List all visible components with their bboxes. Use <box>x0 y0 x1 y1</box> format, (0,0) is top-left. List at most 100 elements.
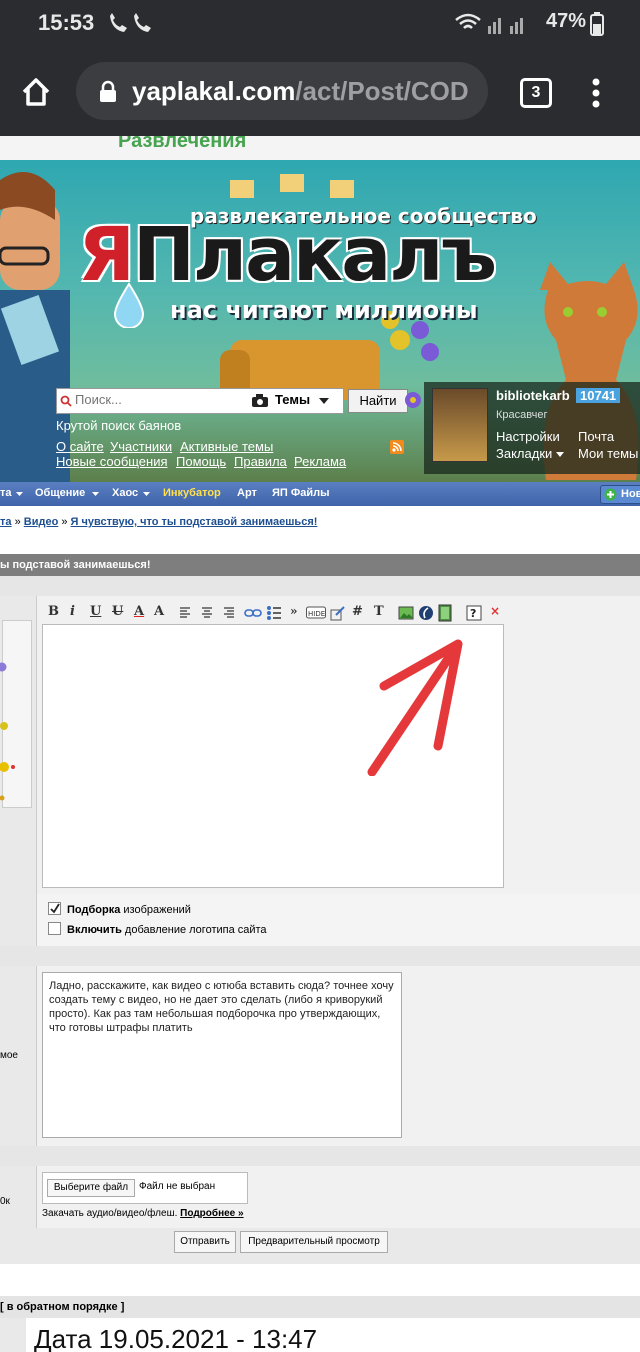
smiley-icon[interactable] <box>0 760 18 774</box>
form-spacer <box>0 946 640 966</box>
underline-icon[interactable]: U <box>90 604 101 619</box>
link-new-messages[interactable]: Новые сообщения <box>56 454 168 469</box>
smiley-icon[interactable] <box>0 794 8 802</box>
search-input[interactable] <box>75 392 245 407</box>
status-bar: 15:53 47% <box>0 0 640 50</box>
menu-item-communication[interactable]: Общение <box>35 487 85 499</box>
close-icon[interactable]: × <box>490 604 500 618</box>
svg-text:HIDE: HIDE <box>308 610 325 618</box>
user-avatar[interactable] <box>432 388 488 462</box>
logo-option[interactable]: Включить добавление логотипа сайта <box>48 922 267 936</box>
description-textarea[interactable]: Ладно, расскажите, как видео с ютюба вст… <box>42 972 402 1138</box>
rss-icon[interactable] <box>390 440 404 454</box>
red-arrow-annotation <box>367 639 463 776</box>
link-ads[interactable]: Реклама <box>294 454 346 469</box>
username[interactable]: bibliotekarb <box>496 388 570 403</box>
flower-icon <box>405 392 421 408</box>
menu-item-chaos[interactable]: Хаос <box>112 487 138 499</box>
font-size-icon[interactable]: A <box>154 604 164 619</box>
smiley-icon[interactable] <box>0 720 12 732</box>
url-text: yaplakal.com/act/Post/COD <box>132 76 469 106</box>
align-icons[interactable] <box>178 606 236 620</box>
breadcrumb-topic[interactable]: Я чувствую, что ты подставой занимаешься… <box>71 516 318 528</box>
help-icon[interactable]: ? <box>466 605 482 621</box>
checkbox-unchecked[interactable] <box>48 922 61 935</box>
flash-icon[interactable] <box>418 605 434 621</box>
address-bar[interactable]: yaplakal.com/act/Post/COD <box>76 62 488 120</box>
text-icon[interactable]: T <box>374 604 384 619</box>
phone-call-icon <box>110 13 151 32</box>
reverse-order-link[interactable]: [ в обратном порядке ] <box>0 1296 640 1318</box>
link-about[interactable]: О сайте <box>56 439 104 454</box>
user-panel: bibliotekarb 10741 Красавчег Настройки П… <box>424 382 640 474</box>
category-link[interactable]: Развлечения <box>118 136 246 153</box>
file-status: Файл не выбран <box>139 1181 216 1192</box>
chevron-down-icon <box>556 452 564 457</box>
cartoon-man-illustration <box>0 172 70 482</box>
search-scope-select[interactable]: Темы <box>275 392 310 407</box>
strikethrough-icon[interactable]: U <box>112 604 123 619</box>
user-rank: Красавчег <box>496 409 548 421</box>
home-icon[interactable] <box>20 76 52 108</box>
checkbox-checked[interactable] <box>48 902 61 915</box>
top-strip: Развлечения <box>0 136 640 160</box>
chevron-down-icon <box>92 492 99 496</box>
status-time: 15:53 <box>38 10 95 35</box>
tab-switcher-button[interactable]: 3 <box>520 78 552 108</box>
submit-button[interactable]: Отправить <box>174 1231 236 1253</box>
new-topic-button[interactable]: Нов <box>600 485 640 504</box>
link-my-topics[interactable]: Мои темы <box>578 446 638 461</box>
camera-icon[interactable] <box>251 393 269 408</box>
smilies-panel <box>0 596 37 894</box>
search-icon <box>60 395 72 407</box>
main-menu: та Общение Хаос Инкубатор Арт ЯП Файлы Н… <box>0 482 640 506</box>
preview-button[interactable]: Предварительный просмотр <box>240 1231 388 1253</box>
bold-icon[interactable]: B <box>48 604 59 619</box>
video-icon[interactable] <box>438 604 452 622</box>
link-bookmarks[interactable]: Закладки <box>496 446 552 461</box>
link-settings[interactable]: Настройки <box>496 429 560 444</box>
list-icon[interactable] <box>266 605 282 621</box>
post-date: Дата 19.05.2021 - 13:47 <box>34 1324 318 1352</box>
breadcrumb-video[interactable]: Видео <box>24 516 59 528</box>
lock-icon <box>100 80 116 102</box>
breadcrumb-section[interactable]: та <box>0 516 12 528</box>
link-members[interactable]: Участники <box>110 439 172 454</box>
signal-icons <box>455 13 523 34</box>
more-link[interactable]: Подробнее » <box>180 1208 243 1219</box>
menu-dots-icon[interactable] <box>590 78 602 108</box>
font-color-icon[interactable]: A <box>134 604 144 619</box>
description-label: мое <box>0 1050 18 1061</box>
search-hint: Крутой поиск баянов <box>56 418 182 433</box>
upload-hint: Закачать аудио/видео/флеш. Подробнее » <box>42 1208 244 1219</box>
link-active-topics[interactable]: Активные темы <box>180 439 273 454</box>
form-spacer <box>0 1146 640 1166</box>
images-option[interactable]: Подборка изображений <box>48 902 191 916</box>
link-rules[interactable]: Правила <box>234 454 287 469</box>
menu-item-art[interactable]: Арт <box>237 487 257 499</box>
breadcrumb: та » Видео » Я чувствую, что ты подставо… <box>0 516 318 528</box>
chevron-down-icon <box>319 398 329 404</box>
choose-file-button[interactable]: Выберите файл <box>47 1179 135 1197</box>
italic-icon[interactable]: i <box>70 604 75 619</box>
image-icon[interactable] <box>398 605 414 621</box>
link-mail[interactable]: Почта <box>578 429 614 444</box>
menu-item-incubator[interactable]: Инкубатор <box>163 487 221 499</box>
topic-title-bar: ы подставой занимаешься! <box>0 554 640 576</box>
quote-icon[interactable]: » <box>290 604 298 618</box>
battery-percent: 47% <box>545 10 586 32</box>
edit-icon[interactable] <box>330 605 346 621</box>
smiley-icon[interactable] <box>0 662 10 672</box>
search-button[interactable]: Найти <box>348 389 408 413</box>
menu-item-files[interactable]: ЯП Файлы <box>272 487 330 499</box>
plus-icon <box>604 488 617 501</box>
hide-icon[interactable]: HIDE <box>306 606 326 620</box>
link-icon[interactable] <box>244 606 262 620</box>
svg-text:?: ? <box>470 607 476 620</box>
link-help[interactable]: Помощь <box>176 454 226 469</box>
editor-toolbar: B i U U A A » HIDE # T ? × <box>44 602 504 624</box>
menu-item-1[interactable]: та <box>0 487 12 499</box>
chevron-down-icon <box>16 492 23 496</box>
hashtag-icon[interactable]: # <box>352 604 363 619</box>
file-input: Выберите файл Файл не выбран <box>42 1172 248 1204</box>
